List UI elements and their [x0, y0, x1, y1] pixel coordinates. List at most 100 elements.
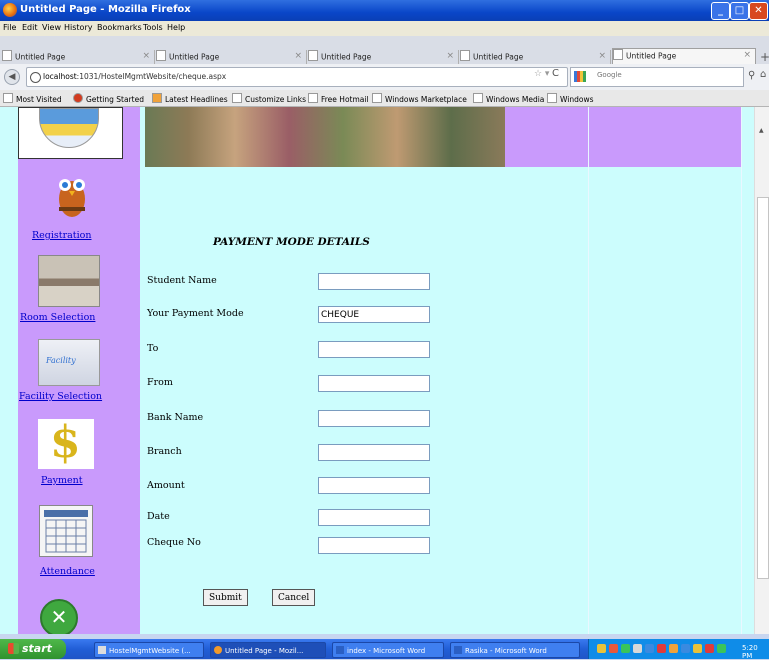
- menu-edit[interactable]: Edit: [22, 23, 38, 32]
- tray-icon[interactable]: [621, 644, 630, 653]
- tab-close-icon[interactable]: ×: [743, 50, 751, 60]
- windows-logo-icon: [8, 643, 19, 654]
- minimize-button[interactable]: _: [711, 2, 730, 20]
- tab-active[interactable]: Untitled Page ×: [612, 48, 756, 65]
- exit-icon[interactable]: ✕: [40, 599, 78, 634]
- form-title: PAYMENT MODE DETAILS: [213, 236, 370, 248]
- sidebar-item-attendance[interactable]: Attendance: [40, 566, 95, 577]
- tab-label: Untitled Page: [169, 52, 220, 62]
- tray-icon[interactable]: [705, 644, 714, 653]
- task-firefox[interactable]: Untitled Page - Mozil...: [210, 642, 326, 658]
- from-input[interactable]: [318, 375, 430, 392]
- bookmark-windows-marketplace[interactable]: Windows Marketplace: [372, 93, 467, 104]
- menu-bar: File Edit View History Bookmarks Tools H…: [0, 21, 769, 36]
- tab-close-icon[interactable]: ×: [598, 51, 606, 61]
- search-input[interactable]: [595, 70, 739, 80]
- student-name-input[interactable]: [318, 273, 430, 290]
- word-icon: [454, 646, 462, 654]
- tray-icon[interactable]: [717, 644, 726, 653]
- menu-tools[interactable]: Tools: [143, 23, 163, 32]
- close-button[interactable]: ✕: [749, 2, 768, 20]
- calendar-icon[interactable]: [39, 505, 93, 557]
- address-bar[interactable]: localhost:1031/HostelMgmtWebsite/cheque.…: [26, 67, 568, 87]
- search-icon[interactable]: ⚲: [748, 70, 755, 81]
- window-title: Untitled Page - Mozilla Firefox: [20, 4, 191, 15]
- bank-name-input[interactable]: [318, 410, 430, 427]
- menu-bookmarks[interactable]: Bookmarks: [97, 23, 142, 32]
- amount-input[interactable]: [318, 477, 430, 494]
- tab-label: Untitled Page: [473, 52, 524, 62]
- tab-close-icon[interactable]: ×: [294, 51, 302, 61]
- label-student-name: Student Name: [147, 275, 217, 286]
- menu-history[interactable]: History: [64, 23, 92, 32]
- firefox-bookmark-icon: [73, 93, 83, 103]
- sidebar-item-payment[interactable]: Payment: [41, 475, 83, 486]
- new-tab-icon[interactable]: +: [760, 50, 769, 64]
- bookmark-free-hotmail[interactable]: Free Hotmail: [308, 93, 369, 104]
- tab-4[interactable]: Untitled Page ×: [460, 50, 611, 64]
- search-bar[interactable]: [570, 67, 744, 87]
- label-payment-mode: Your Payment Mode: [147, 308, 244, 319]
- bookmark-getting-started[interactable]: Getting Started: [73, 93, 144, 104]
- page-icon: [308, 50, 318, 61]
- tray-icon[interactable]: [681, 644, 690, 653]
- vertical-scrollbar[interactable]: ▲: [754, 107, 769, 634]
- menu-help[interactable]: Help: [167, 23, 185, 32]
- sidebar-item-registration[interactable]: Registration: [32, 230, 92, 241]
- home-icon[interactable]: ⌂: [760, 69, 766, 80]
- tray-icon[interactable]: [669, 644, 678, 653]
- page-icon: [460, 50, 470, 61]
- bookmark-customize-links[interactable]: Customize Links: [232, 93, 306, 104]
- page-content: Registration Room Selection Facility Fac…: [0, 107, 769, 634]
- cheque-no-input[interactable]: [318, 537, 430, 554]
- tab-3[interactable]: Untitled Page ×: [308, 50, 459, 64]
- page-icon: [2, 50, 12, 61]
- bookmark-star-icon[interactable]: ☆ ▾: [534, 69, 549, 79]
- back-icon[interactable]: ◀: [4, 69, 20, 85]
- bookmark-latest-headlines[interactable]: Latest Headlines: [152, 93, 228, 104]
- tab-label: Untitled Page: [321, 52, 372, 62]
- owl-icon[interactable]: [51, 167, 93, 223]
- tab-1[interactable]: Untitled Page ×: [2, 50, 155, 64]
- payment-mode-input[interactable]: [318, 306, 430, 323]
- tray-icon[interactable]: [645, 644, 654, 653]
- tab-close-icon[interactable]: ×: [446, 51, 454, 61]
- page-icon: [613, 49, 623, 60]
- branch-input[interactable]: [318, 444, 430, 461]
- label-amount: Amount: [147, 480, 185, 491]
- tray-icon[interactable]: [633, 644, 642, 653]
- task-word-rasika[interactable]: Rasika - Microsoft Word: [450, 642, 580, 658]
- dollar-icon[interactable]: $: [38, 417, 94, 469]
- submit-button[interactable]: Submit: [203, 589, 248, 606]
- sidebar-item-facility-selection[interactable]: Facility Selection: [19, 391, 102, 402]
- room-photo-icon[interactable]: [38, 255, 100, 307]
- menu-file[interactable]: File: [3, 23, 16, 32]
- task-hostel-website[interactable]: HostelMgmtWebsite (...: [94, 642, 204, 658]
- date-input[interactable]: [318, 509, 430, 526]
- facility-icon[interactable]: Facility: [38, 339, 100, 386]
- reload-icon[interactable]: C: [552, 68, 559, 79]
- bookmark-most-visited[interactable]: Most Visited: [3, 93, 62, 104]
- scroll-up-icon[interactable]: ▲: [759, 127, 764, 134]
- to-input[interactable]: [318, 341, 430, 358]
- bookmark-windows-media[interactable]: Windows Media: [473, 93, 544, 104]
- tab-close-icon[interactable]: ×: [142, 51, 150, 61]
- tab-label: Untitled Page: [626, 51, 677, 61]
- cancel-button[interactable]: Cancel: [272, 589, 316, 606]
- bookmark-windows[interactable]: Windows: [547, 93, 593, 104]
- task-word-index[interactable]: index - Microsoft Word: [332, 642, 444, 658]
- scroll-thumb[interactable]: [757, 197, 769, 579]
- tab-label: Untitled Page: [15, 52, 66, 62]
- tray-icon[interactable]: [597, 644, 606, 653]
- maximize-button[interactable]: □: [730, 2, 749, 20]
- column-divider: [741, 107, 742, 634]
- menu-view[interactable]: View: [42, 23, 61, 32]
- tray-icon[interactable]: [609, 644, 618, 653]
- sidebar-item-room-selection[interactable]: Room Selection: [20, 312, 95, 323]
- google-icon[interactable]: [574, 71, 586, 82]
- column-divider: [588, 107, 589, 634]
- start-button[interactable]: start: [0, 639, 66, 659]
- tray-icon[interactable]: [693, 644, 702, 653]
- tray-icon[interactable]: [657, 644, 666, 653]
- tab-2[interactable]: Untitled Page ×: [156, 50, 307, 64]
